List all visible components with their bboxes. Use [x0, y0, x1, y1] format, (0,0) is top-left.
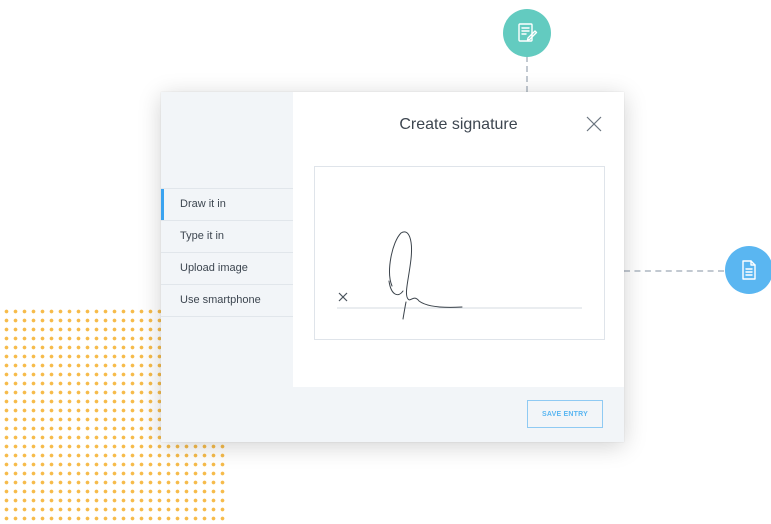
menu-item-smartphone[interactable]: Use smartphone [161, 285, 293, 317]
dialog-title: Create signature [399, 116, 518, 133]
menu-item-label: Use smartphone [180, 294, 261, 306]
signature-method-sidebar: Draw it in Type it in Upload image Use s… [161, 92, 293, 387]
menu-item-upload[interactable]: Upload image [161, 253, 293, 285]
dialog-footer: SAVE ENTRY [161, 387, 624, 442]
connector-line-horizontal [624, 270, 724, 272]
menu-item-label: Draw it in [180, 198, 226, 210]
menu-item-draw[interactable]: Draw it in [161, 189, 293, 221]
dialog-content: Create signature [293, 92, 624, 387]
document-icon [725, 246, 771, 294]
close-icon[interactable] [585, 115, 603, 133]
contract-edit-icon [503, 9, 551, 57]
signature-method-menu: Draw it in Type it in Upload image Use s… [161, 188, 293, 317]
menu-item-type[interactable]: Type it in [161, 221, 293, 253]
signature-marker-icon [338, 292, 348, 302]
menu-item-label: Upload image [180, 262, 248, 274]
create-signature-dialog: Draw it in Type it in Upload image Use s… [161, 92, 624, 442]
signature-stroke [388, 231, 463, 320]
menu-item-label: Type it in [180, 230, 225, 242]
connector-line-vertical [526, 56, 528, 92]
signature-pad[interactable] [314, 166, 605, 340]
save-entry-button[interactable]: SAVE ENTRY [527, 400, 603, 428]
